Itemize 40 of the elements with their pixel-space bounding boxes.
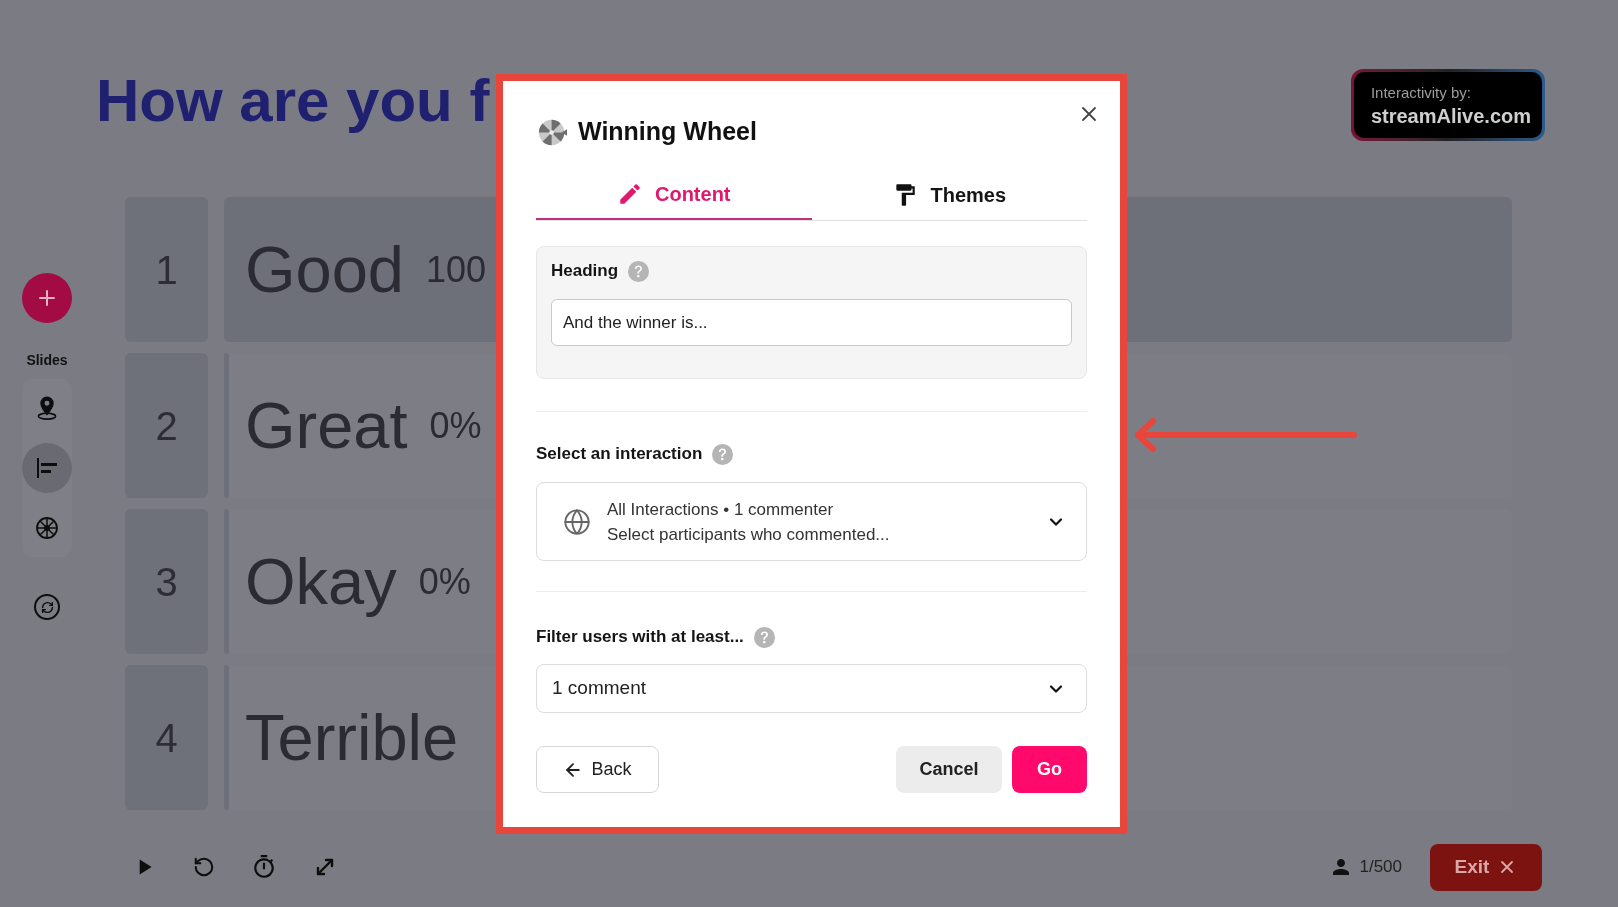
wheel-icon [35, 516, 59, 540]
heading-input[interactable]: And the winner is... [551, 299, 1072, 346]
option-label: Good [245, 237, 404, 302]
slide-tool-button[interactable] [35, 396, 59, 420]
back-button[interactable]: Back [536, 746, 659, 793]
option-percent: 0% [418, 563, 471, 600]
tab[interactable]: Content [536, 170, 812, 220]
exit-button[interactable]: Exit [1430, 843, 1542, 891]
field-label: Heading [551, 260, 619, 283]
field-label: Filter users with at least... [536, 626, 744, 649]
dialog-title: Winning Wheel [578, 116, 757, 148]
map-pin-icon [35, 396, 59, 420]
globe-icon [563, 507, 591, 536]
tab[interactable]: Themes [811, 170, 1087, 220]
wheel-icon [538, 117, 567, 147]
number-cell: 3 [125, 509, 208, 654]
bar-chart-icon [35, 456, 59, 480]
add-slide-button[interactable] [22, 273, 72, 323]
badge-caption: Interactivity by: [1370, 83, 1472, 103]
number-cell: 1 [125, 197, 208, 342]
interaction-dropdown[interactable]: All Interactions • 1 commenter Select participants who commented... [536, 482, 1087, 561]
number-cell: 4 [125, 665, 208, 810]
option-label: Great [245, 393, 408, 458]
sidebar-label: Slides [26, 351, 68, 369]
slide-tool-button[interactable] [35, 516, 59, 540]
option-percent: 100 [426, 251, 487, 288]
replay-icon[interactable] [193, 856, 215, 878]
slide-tool-button[interactable] [22, 443, 72, 493]
brand-name: streamAlive.com [1370, 104, 1531, 129]
filter-select[interactable]: 1 comment [536, 664, 1087, 713]
timer-icon[interactable] [251, 854, 277, 880]
field-label: Select an interaction [536, 443, 703, 466]
slide-title: How are you f [96, 71, 490, 131]
cancel-button[interactable]: Cancel [896, 746, 1002, 793]
participant-count: 1/500 [1359, 856, 1402, 879]
go-button[interactable]: Go [1012, 746, 1087, 793]
number-cell: 2 [125, 353, 208, 498]
option-label: Terrible [245, 705, 459, 770]
sync-icon[interactable] [34, 594, 60, 620]
option-percent: 0% [429, 407, 482, 444]
